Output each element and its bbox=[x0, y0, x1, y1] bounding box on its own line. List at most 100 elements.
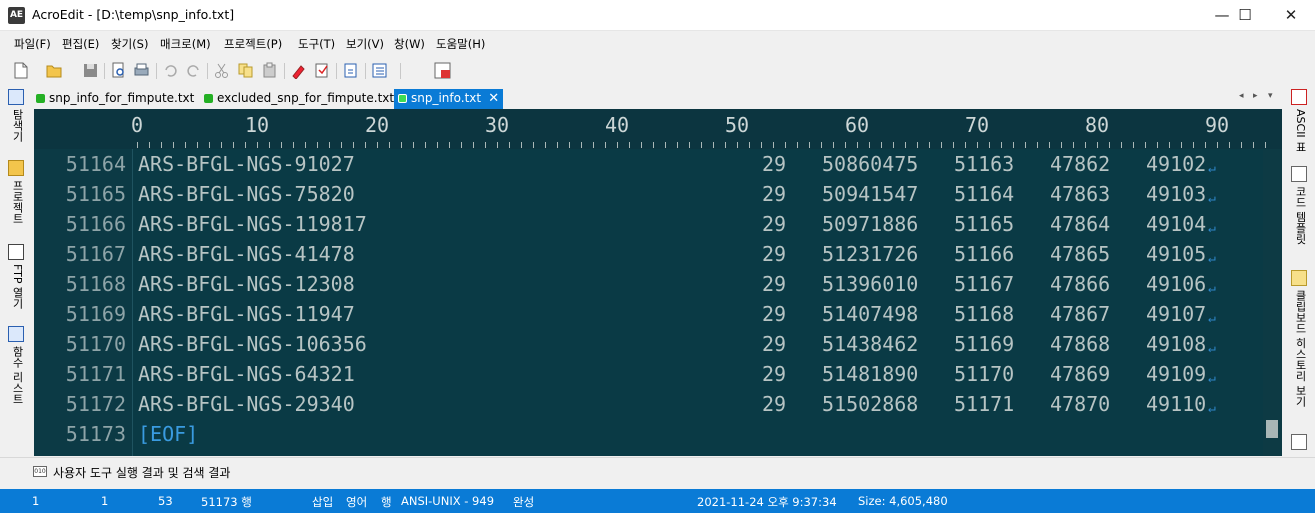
snp-name: ARS-BFGL-NGS-41478 bbox=[138, 242, 355, 266]
find-icon[interactable] bbox=[342, 62, 359, 79]
output-panel-bar: 010 사용자 도구 실행 결과 및 검색 결과 bbox=[0, 457, 1315, 486]
right-dock-panel: ASCII 표 코드 템플릿 클립보드 히스토리 보기 bbox=[1283, 86, 1315, 457]
copy-icon[interactable] bbox=[237, 62, 254, 79]
explorer-panel-tab[interactable]: 탐색기 bbox=[8, 89, 24, 142]
toolbar-separator bbox=[156, 63, 157, 79]
paste-icon[interactable] bbox=[261, 62, 278, 79]
position: 51407498 bbox=[822, 302, 919, 326]
close-button[interactable]: ✕ bbox=[1268, 0, 1314, 31]
bookmark-icon[interactable] bbox=[313, 62, 330, 79]
position: 50860475 bbox=[822, 152, 919, 176]
output-panel-icon: 010 bbox=[33, 466, 47, 477]
tab-label: excluded_snp_for_fimpute.txt bbox=[217, 91, 395, 105]
toolbar-separator bbox=[365, 63, 366, 79]
chromosome: 29 bbox=[762, 332, 787, 356]
ftp-panel-tab[interactable]: FTP 열기 bbox=[8, 244, 24, 309]
column-value: 47862 bbox=[1050, 152, 1111, 176]
line-number: 51164 bbox=[65, 152, 126, 176]
text-line: 51172 ARS-BFGL-NGS-29340 29 51502868 511… bbox=[34, 392, 1264, 422]
explorer-label: 탐색기 bbox=[11, 109, 24, 142]
column-value: 49107 bbox=[1146, 302, 1207, 326]
line-end-icon: ↵ bbox=[1208, 401, 1216, 416]
status-column-alt: 1 bbox=[101, 494, 109, 508]
window-icon[interactable] bbox=[434, 62, 451, 79]
line-number: 51166 bbox=[65, 212, 126, 236]
ruler-number: 40 bbox=[605, 113, 630, 137]
chromosome: 29 bbox=[762, 302, 787, 326]
file-icon bbox=[36, 94, 45, 103]
line-end-icon: ↵ bbox=[1208, 341, 1216, 356]
function-list-icon bbox=[8, 326, 24, 342]
tab-excluded-snp-for-fimpute[interactable]: excluded_snp_for_fimpute.txt bbox=[200, 89, 394, 109]
menu-macro[interactable]: 매크로(M) bbox=[160, 36, 211, 52]
toolbar-separator bbox=[104, 63, 105, 79]
ruler-number: 30 bbox=[485, 113, 510, 137]
print-icon[interactable] bbox=[133, 62, 150, 79]
app-logo-icon: AE bbox=[8, 7, 25, 24]
scrollbar-thumb[interactable] bbox=[1266, 420, 1278, 438]
maximize-button[interactable]: ☐ bbox=[1222, 0, 1268, 31]
extra-panel-tab[interactable] bbox=[1291, 434, 1307, 450]
new-file-icon[interactable] bbox=[12, 62, 29, 79]
menu-view[interactable]: 보기(V) bbox=[346, 36, 384, 52]
text-line: 51166 ARS-BFGL-NGS-119817 29 50971886 51… bbox=[34, 212, 1264, 242]
text-editor[interactable]: 0 10 20 30 40 50 60 70 80 90 51164 ARS-B… bbox=[34, 109, 1282, 456]
print-preview-icon[interactable] bbox=[110, 62, 127, 79]
tab-list-icon[interactable]: ▾ bbox=[1268, 91, 1273, 101]
status-insert-mode[interactable]: 삽입 bbox=[312, 494, 333, 510]
redo-icon[interactable] bbox=[185, 62, 202, 79]
ascii-table-icon bbox=[1291, 89, 1307, 105]
list-icon[interactable] bbox=[371, 62, 388, 79]
menu-project[interactable]: 프로젝트(P) bbox=[224, 36, 282, 52]
tab-close-icon[interactable]: ✕ bbox=[488, 89, 499, 108]
line-end-icon: ↵ bbox=[1208, 161, 1216, 176]
ruler-number: 80 bbox=[1085, 113, 1110, 137]
column-value: 51168 bbox=[954, 302, 1015, 326]
toolbar-separator bbox=[336, 63, 337, 79]
column-value: 47870 bbox=[1050, 392, 1111, 416]
project-panel-tab[interactable]: 프로젝트 bbox=[8, 160, 24, 224]
left-dock-panel: 탐색기 프로젝트 FTP 열기 함수 리스트 bbox=[0, 86, 32, 457]
text-line: 51165 ARS-BFGL-NGS-75820 29 50941547 511… bbox=[34, 182, 1264, 212]
file-icon bbox=[204, 94, 213, 103]
save-icon[interactable] bbox=[82, 62, 99, 79]
ruler-ticks bbox=[137, 142, 1267, 148]
menu-file[interactable]: 파일(F) bbox=[14, 36, 51, 52]
code-template-panel-tab[interactable]: 코드 템플릿 bbox=[1291, 166, 1307, 245]
menu-find[interactable]: 찾기(S) bbox=[111, 36, 148, 52]
undo-icon[interactable] bbox=[162, 62, 179, 79]
chromosome: 29 bbox=[762, 392, 787, 416]
tab-snp-info-for-fimpute[interactable]: snp_info_for_fimpute.txt bbox=[32, 89, 194, 109]
output-panel-tab[interactable]: 사용자 도구 실행 결과 및 검색 결과 bbox=[53, 464, 230, 481]
function-list-panel-tab[interactable]: 함수 리스트 bbox=[8, 326, 24, 405]
status-file-size: Size: 4,605,480 bbox=[858, 494, 948, 508]
chromosome: 29 bbox=[762, 362, 787, 386]
column-value: 47863 bbox=[1050, 182, 1111, 206]
status-bar: 1 1 53 51173 행 삽입 영어 행 ANSI-UNIX - 949 완… bbox=[0, 489, 1315, 513]
menu-edit[interactable]: 편집(E) bbox=[62, 36, 99, 52]
cut-icon[interactable] bbox=[213, 62, 230, 79]
ascii-table-panel-tab[interactable]: ASCII 표 bbox=[1291, 89, 1307, 152]
status-input-language[interactable]: 영어 bbox=[346, 494, 367, 510]
tab-prev-icon[interactable]: ◂ bbox=[1239, 91, 1244, 101]
eof-marker: [EOF] bbox=[138, 422, 199, 446]
menu-window[interactable]: 창(W) bbox=[394, 36, 425, 52]
clipboard-history-panel-tab[interactable]: 클립보드 히스토리 보기 bbox=[1291, 270, 1307, 407]
tab-snp-info[interactable]: snp_info.txt ✕ bbox=[394, 89, 504, 109]
highlight-icon[interactable] bbox=[290, 62, 307, 79]
menu-tools[interactable]: 도구(T) bbox=[298, 36, 335, 52]
column-value: 47864 bbox=[1050, 212, 1111, 236]
menu-help[interactable]: 도움말(H) bbox=[436, 36, 485, 52]
status-selection-mode[interactable]: 행 bbox=[381, 494, 392, 510]
open-folder-icon[interactable] bbox=[46, 62, 63, 79]
status-encoding[interactable]: ANSI-UNIX - 949 bbox=[401, 494, 494, 508]
line-number: 51165 bbox=[65, 182, 126, 206]
position: 51502868 bbox=[822, 392, 919, 416]
vertical-scrollbar[interactable] bbox=[1263, 149, 1282, 456]
ruler-number: 20 bbox=[365, 113, 390, 137]
line-number: 51170 bbox=[65, 332, 126, 356]
status-column: 1 bbox=[32, 494, 40, 508]
snp-name: ARS-BFGL-NGS-106356 bbox=[138, 332, 367, 356]
tab-next-icon[interactable]: ▸ bbox=[1253, 91, 1258, 101]
chromosome: 29 bbox=[762, 272, 787, 296]
